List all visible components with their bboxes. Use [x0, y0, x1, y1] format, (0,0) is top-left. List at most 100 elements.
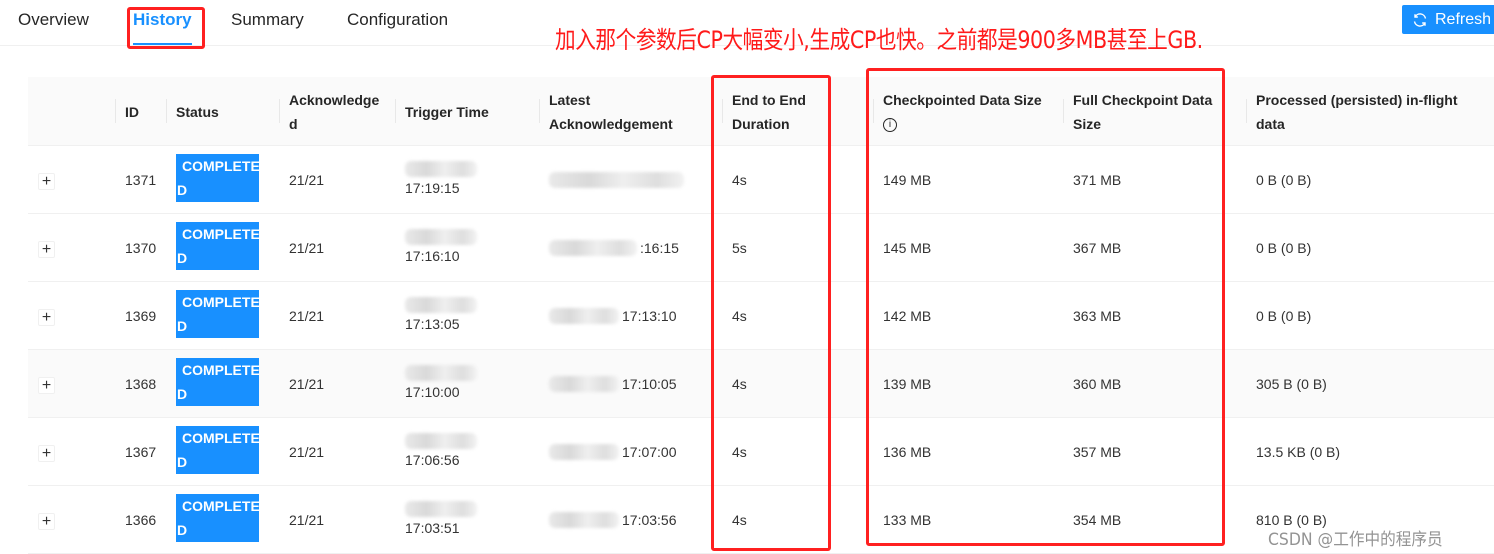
column-separator: [1063, 99, 1064, 123]
status-badge: COMPLETE D: [176, 426, 260, 474]
tab-history[interactable]: History: [133, 10, 192, 45]
expand-row-button[interactable]: +: [38, 309, 55, 326]
column-header-latest-ack: Latest Acknowledgement: [539, 77, 722, 146]
checkpointed-size-value: 142 MB: [883, 307, 932, 324]
redacted-date: [405, 500, 477, 517]
latest-ack-value: 17:13:10: [622, 307, 677, 324]
plus-icon: +: [41, 308, 52, 326]
plus-icon: +: [41, 172, 52, 190]
tab-configuration[interactable]: Configuration: [347, 10, 448, 30]
e2e-duration-value: 5s: [732, 239, 747, 256]
full-size-value: 357 MB: [1073, 443, 1122, 460]
column-header-e2e-duration: End to End Duration: [722, 77, 872, 146]
full-size-value: 367 MB: [1073, 239, 1122, 256]
table-row[interactable]: + 1371 COMPLETE D 21/21 17:19:15 4s 149 M…: [28, 146, 1494, 214]
acknowledged-value: 21/21: [289, 239, 325, 256]
expand-row-button[interactable]: +: [38, 445, 55, 462]
tab-summary[interactable]: Summary: [231, 10, 304, 30]
column-separator: [873, 99, 874, 123]
refresh-button[interactable]: Refresh: [1402, 5, 1494, 34]
annotation-text: 加入那个参数后CP大幅变小,生成CP也快。之前都是900多MB甚至上GB.: [555, 26, 1203, 54]
trigger-time-value: 17:16:10: [405, 247, 460, 264]
column-separator: [279, 99, 280, 123]
full-size-value: 360 MB: [1073, 375, 1122, 392]
e2e-duration-value: 4s: [732, 307, 747, 324]
checkpointed-size-value: 149 MB: [883, 171, 932, 188]
redacted-date: [405, 160, 477, 177]
acknowledged-value: 21/21: [289, 443, 325, 460]
redacted-date: [549, 512, 619, 528]
refresh-label: Refresh: [1435, 10, 1492, 28]
trigger-time-value: 17:06:56: [405, 451, 460, 468]
latest-ack-value: 17:03:56: [622, 511, 677, 528]
e2e-duration-value: 4s: [732, 171, 747, 188]
status-badge: COMPLETE D: [176, 358, 260, 406]
acknowledged-value: 21/21: [289, 171, 325, 188]
sync-icon: [1413, 12, 1427, 27]
redacted-date: [405, 296, 477, 313]
checkpoint-id: 1367: [125, 443, 157, 460]
redacted-date: [405, 432, 477, 449]
table-row[interactable]: + 1367 COMPLETE D 21/21 17:06:56 17:07:00…: [28, 418, 1494, 486]
acknowledged-value: 21/21: [289, 307, 325, 324]
e2e-duration-value: 4s: [732, 375, 747, 392]
column-separator: [115, 99, 116, 123]
trigger-time-value: 17:19:15: [405, 179, 460, 196]
info-icon[interactable]: i: [883, 117, 897, 132]
checkpointed-size-value: 139 MB: [883, 375, 932, 392]
checkpoint-id: 1369: [125, 307, 157, 324]
checkpointed-size-value: 133 MB: [883, 511, 932, 528]
status-badge: COMPLETE D: [176, 222, 260, 270]
column-header-checkpointed-size: Checkpointed Data Size i: [873, 77, 1063, 146]
table-row[interactable]: + 1369 COMPLETE D 21/21 17:13:05 17:13:10…: [28, 282, 1494, 350]
inflight-value: 0 B (0 B): [1256, 307, 1312, 324]
column-separator: [539, 99, 540, 123]
expand-row-button[interactable]: +: [38, 241, 55, 258]
tab-overview[interactable]: Overview: [18, 10, 89, 30]
plus-icon: +: [41, 376, 52, 394]
redacted-date: [549, 240, 637, 256]
inflight-value: 13.5 KB (0 B): [1256, 443, 1341, 460]
trigger-time-value: 17:13:05: [405, 315, 460, 332]
acknowledged-value: 21/21: [289, 375, 325, 392]
column-separator: [1246, 99, 1247, 123]
acknowledged-value: 21/21: [289, 511, 325, 528]
column-header-status: Status: [166, 77, 279, 146]
plus-icon: +: [41, 512, 52, 530]
latest-ack-value: 17:10:05: [622, 375, 677, 392]
trigger-time-value: 17:10:00: [405, 383, 460, 400]
redacted-date: [549, 172, 684, 188]
table-body: + 1371 COMPLETE D 21/21 17:19:15 4s 149 M…: [28, 146, 1494, 554]
expand-row-button[interactable]: +: [38, 377, 55, 394]
watermark: CSDN @工作中的程序员: [1268, 530, 1443, 550]
e2e-duration-value: 4s: [732, 511, 747, 528]
full-size-value: 371 MB: [1073, 171, 1122, 188]
latest-ack-value: 17:07:00: [622, 443, 677, 460]
plus-icon: +: [41, 444, 52, 462]
checkpoint-id: 1371: [125, 171, 157, 188]
trigger-time-value: 17:03:51: [405, 519, 460, 536]
redacted-date: [549, 376, 619, 392]
column-separator: [722, 99, 723, 123]
status-badge: COMPLETE D: [176, 290, 260, 338]
redacted-date: [405, 364, 477, 381]
column-header-trigger-time: Trigger Time: [395, 77, 539, 146]
status-badge: COMPLETE D: [176, 154, 260, 202]
redacted-date: [549, 444, 619, 460]
table-row[interactable]: + 1368 COMPLETE D 21/21 17:10:00 17:10:05…: [28, 350, 1494, 418]
expand-row-button[interactable]: +: [38, 513, 55, 530]
checkpoint-id: 1366: [125, 511, 157, 528]
checkpointed-size-value: 145 MB: [883, 239, 932, 256]
full-size-value: 354 MB: [1073, 511, 1122, 528]
column-header-full-size: Full Checkpoint Data Size: [1063, 77, 1248, 146]
e2e-duration-value: 4s: [732, 443, 747, 460]
redacted-date: [405, 228, 477, 245]
column-separator: [166, 99, 167, 123]
status-badge: COMPLETE D: [176, 494, 260, 542]
full-size-value: 363 MB: [1073, 307, 1122, 324]
latest-ack-value: :16:15: [640, 239, 679, 256]
inflight-value: 305 B (0 B): [1256, 375, 1327, 392]
table-row[interactable]: + 1370 COMPLETE D 21/21 17:16:10 :16:15 5…: [28, 214, 1494, 282]
expand-row-button[interactable]: +: [38, 173, 55, 190]
redacted-date: [549, 308, 619, 324]
